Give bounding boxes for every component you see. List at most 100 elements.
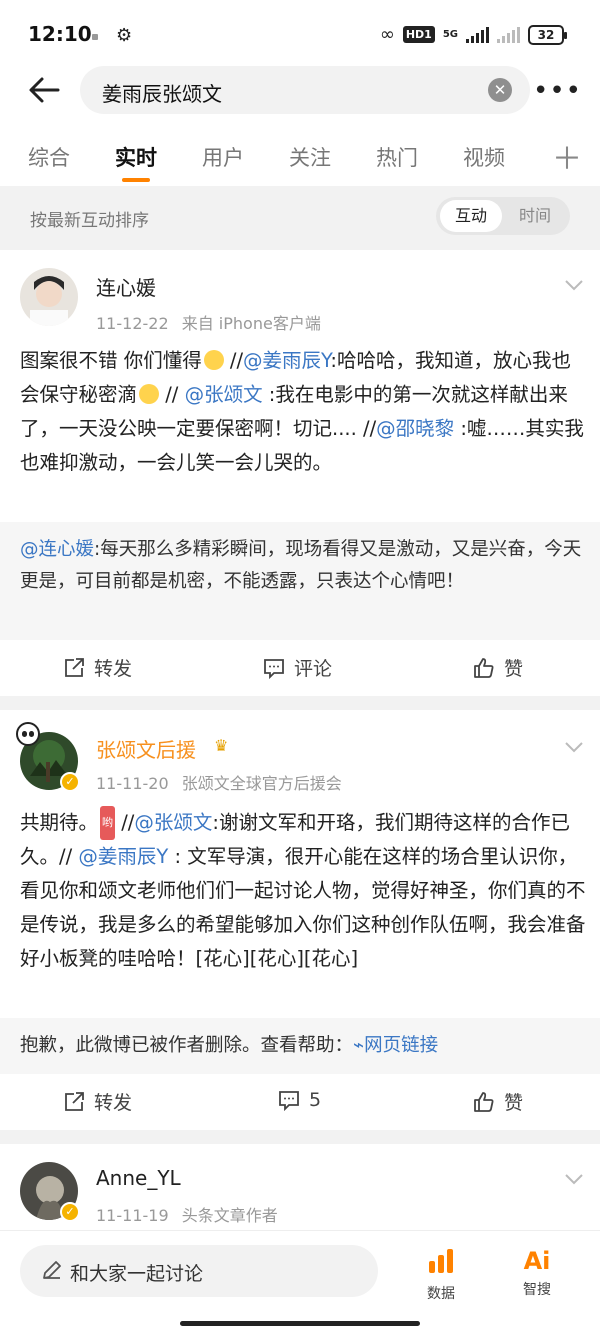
data-label: 数据 (427, 1286, 455, 1302)
tab-following[interactable]: 关注 (289, 142, 331, 172)
repost-content: @连心媛:每天那么多精彩瞬间，现场看得又是激动，又是兴奋，今天更是，可目前都是机… (20, 534, 586, 598)
forward-icon (65, 1091, 84, 1111)
search-input[interactable]: 姜雨辰张颂文 ✕ (80, 66, 530, 114)
post-time: 11-11-20 (96, 774, 169, 793)
mention-link[interactable]: @姜雨辰Y (243, 349, 330, 372)
chevron-down-icon[interactable] (564, 1172, 584, 1186)
comment-button[interactable]: 评论 (262, 654, 332, 681)
mention-link[interactable]: @邵晓黎 (376, 417, 454, 440)
mention-link[interactable]: @张颂文 (185, 383, 263, 406)
post-meta: 11-11-20 张颂文全球官方后援会 (96, 770, 342, 794)
mention-link[interactable]: @连心媛 (20, 539, 94, 560)
status-indicators: ∞ HD1 5G 32 (379, 24, 567, 45)
author-name[interactable]: 张颂文后援 (96, 734, 196, 763)
emoji-icon (139, 384, 160, 404)
emoji-icon (203, 350, 224, 370)
signal-secondary-icon (497, 26, 520, 43)
back-arrow-icon[interactable] (24, 70, 64, 110)
link-icon: ⌁ (353, 1035, 365, 1056)
post-meta: 11-11-19 头条文章作者 (96, 1202, 278, 1226)
post-time: 11-11-19 (96, 1206, 169, 1225)
text-segment: 共期待。 (20, 811, 99, 834)
status-bar: 12:10 ⚙ ∞ HD1 5G 32 (0, 0, 600, 66)
repost-text: :每天那么多精彩瞬间，现场看得又是激动，又是兴奋，今天更是，可目前都是机密，不能… (20, 539, 582, 592)
sort-option-time[interactable]: 时间 (504, 200, 566, 232)
mention-link[interactable]: @张颂文 (134, 811, 212, 834)
search-query: 姜雨辰张颂文 (102, 82, 222, 106)
feed-post[interactable]: ✓ 张颂文后援 ♛ 11-11-20 张颂文全球官方后援会 共期待。哟 //@张… (0, 710, 600, 1018)
text-segment: // (223, 349, 244, 372)
net-label: 5G (442, 28, 458, 40)
post-source: 来自 iPhone客户端 (181, 314, 321, 333)
forward-icon (65, 657, 84, 677)
sort-toggle: 互动 时间 (436, 197, 570, 235)
status-time: 12:10 (28, 22, 92, 46)
feed-post[interactable]: 连心媛 11-12-22 来自 iPhone客户端 图案很不错 你们懂得 //@… (0, 250, 600, 522)
battery-level: 32 (537, 27, 555, 42)
like-button[interactable]: 赞 (472, 654, 523, 681)
tab-comprehensive[interactable]: 综合 (28, 142, 70, 172)
text-segment: 图案很不错 你们懂得 (20, 349, 202, 372)
forward-button[interactable]: 转发 (62, 1088, 132, 1115)
discuss-placeholder: 和大家一起讨论 (70, 1263, 204, 1285)
tab-realtime[interactable]: 实时 (115, 142, 157, 172)
post-source: 张颂文全球官方后援会 (181, 774, 342, 793)
bottom-bar: 和大家一起讨论 数据 Ai 智搜 (0, 1230, 600, 1335)
sort-option-interaction[interactable]: 互动 (440, 200, 502, 232)
more-dots-icon[interactable]: ••• (533, 76, 582, 106)
comment-icon (279, 1091, 299, 1112)
post-content: 共期待。哟 //@张颂文:谢谢文军和开珞，我们期待这样的合作已久。// @姜雨辰… (20, 806, 586, 976)
web-link[interactable]: 网页链接 (364, 1035, 438, 1056)
tab-hot[interactable]: 热门 (376, 142, 418, 172)
author-name[interactable]: 连心媛 (96, 272, 156, 301)
like-label: 赞 (504, 1092, 524, 1114)
close-circle-icon[interactable]: ✕ (488, 78, 512, 102)
hd-badge: HD1 (402, 26, 435, 43)
forward-button[interactable]: 转发 (62, 654, 132, 681)
avatar[interactable] (20, 268, 78, 326)
link-icon: ∞ (379, 24, 395, 45)
text-segment: // (159, 383, 185, 406)
thumbs-up-icon (474, 657, 494, 678)
active-tab-indicator (122, 178, 150, 182)
comment-button[interactable]: 5 (277, 1088, 321, 1112)
post-meta: 11-12-22 来自 iPhone客户端 (96, 310, 321, 334)
post-content: 图案很不错 你们懂得 //@姜雨辰Y:哈哈哈，我知道，放心我也会保守秘密滴 //… (20, 344, 586, 480)
text-segment: // (115, 811, 135, 834)
thumbs-up-icon (474, 1091, 494, 1112)
forward-label: 转发 (94, 658, 133, 680)
comment-count: 5 (309, 1089, 322, 1111)
smart-search-label: 智搜 (523, 1282, 551, 1298)
ai-icon: Ai (523, 1247, 551, 1275)
forward-label: 转发 (94, 1092, 133, 1114)
discuss-input[interactable]: 和大家一起讨论 (20, 1245, 378, 1297)
author-name[interactable]: Anne_YL (96, 1166, 181, 1190)
home-indicator[interactable] (180, 1321, 420, 1326)
post-actions: 转发 评论 赞 (0, 640, 600, 696)
tab-bar: 综合 实时 用户 关注 热门 视频 ＋ (0, 118, 600, 186)
plus-icon[interactable]: ＋ (552, 134, 582, 178)
notification-dot-icon (92, 34, 98, 40)
repost-content: 抱歉，此微博已被作者删除。查看帮助：⌁网页链接 (20, 1030, 586, 1062)
comment-label: 评论 (294, 658, 333, 680)
feed-post[interactable]: ✓ Anne_YL 11-11-19 头条文章作者 (0, 1144, 600, 1234)
pencil-icon (43, 1261, 61, 1279)
net-type: 5G (442, 28, 458, 40)
like-button[interactable]: 赞 (472, 1088, 523, 1115)
repost-box[interactable]: 抱歉，此微博已被作者删除。查看帮助：⌁网页链接 (0, 1018, 600, 1074)
mention-link[interactable]: @姜雨辰Y (78, 845, 168, 868)
crown-icon: ♛ (214, 736, 229, 755)
emoji-tag-icon: 哟 (100, 806, 116, 840)
tab-video[interactable]: 视频 (463, 142, 505, 172)
data-button[interactable]: 数据 (411, 1247, 471, 1303)
verified-badge-icon: ✓ (60, 1202, 80, 1222)
comment-icon (264, 658, 284, 679)
chevron-down-icon[interactable] (564, 278, 584, 292)
panda-badge-icon (16, 722, 40, 746)
repost-box[interactable]: @连心媛:每天那么多精彩瞬间，现场看得又是激动，又是兴奋，今天更是，可目前都是机… (0, 522, 600, 640)
bar-chart-icon (429, 1249, 453, 1273)
smart-search-button[interactable]: Ai 智搜 (507, 1247, 567, 1299)
tab-users[interactable]: 用户 (202, 142, 244, 172)
chevron-down-icon[interactable] (564, 740, 584, 754)
gear-icon: ⚙ (116, 25, 133, 46)
